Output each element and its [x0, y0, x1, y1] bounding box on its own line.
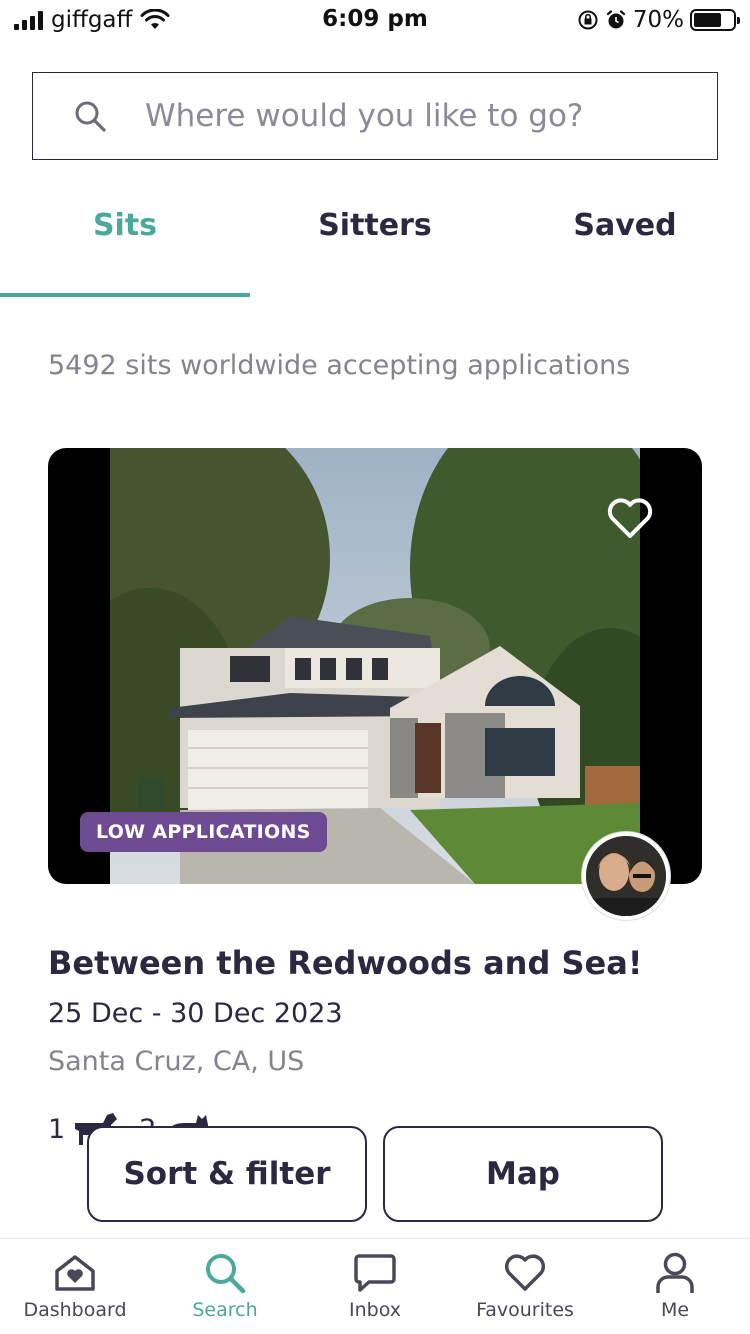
nav-inbox[interactable]: Inbox	[300, 1239, 450, 1334]
tab-sits[interactable]: Sits	[0, 180, 250, 298]
map-button[interactable]: Map	[383, 1126, 663, 1222]
nav-dashboard[interactable]: Dashboard	[0, 1239, 150, 1334]
battery-icon	[690, 9, 740, 31]
active-tab-indicator	[0, 293, 250, 297]
nav-favourites-label: Favourites	[476, 1299, 574, 1321]
person-icon	[653, 1251, 697, 1295]
search-icon	[73, 99, 107, 133]
owner-avatar[interactable]	[582, 832, 670, 920]
nav-favourites[interactable]: Favourites	[450, 1239, 600, 1334]
tab-sitters[interactable]: Sitters	[250, 180, 500, 298]
search-input[interactable]	[145, 98, 685, 134]
bottom-navigation: Dashboard Search Inbox Favourites Me	[0, 1238, 750, 1334]
search-icon	[203, 1251, 247, 1295]
nav-me-label: Me	[660, 1299, 690, 1321]
alarm-icon	[606, 10, 625, 29]
orientation-lock-icon	[578, 10, 598, 30]
listing-title[interactable]: Between the Redwoods and Sea!	[48, 944, 642, 982]
tab-saved[interactable]: Saved	[500, 180, 750, 298]
listing-photo[interactable]: LOW APPLICATIONS	[48, 448, 702, 884]
nav-search-label: Search	[192, 1299, 258, 1321]
listing-location: Santa Cruz, CA, US	[48, 1046, 305, 1077]
nav-dashboard-label: Dashboard	[23, 1299, 127, 1321]
chat-icon	[353, 1251, 397, 1295]
dog-count: 1	[48, 1113, 66, 1145]
home-heart-icon	[53, 1251, 97, 1295]
nav-me[interactable]: Me	[600, 1239, 750, 1334]
listing-dates: 25 Dec - 30 Dec 2023	[48, 998, 343, 1029]
sort-filter-button[interactable]: Sort & filter	[87, 1126, 367, 1222]
battery-percentage: 70%	[632, 7, 684, 33]
tab-bar: Sits Sitters Saved	[0, 180, 750, 298]
nav-inbox-label: Inbox	[349, 1299, 401, 1321]
heart-icon	[503, 1251, 547, 1295]
status-right: 70%	[577, 6, 740, 34]
results-count: 5492 sits worldwide accepting applicatio…	[48, 350, 631, 381]
nav-search[interactable]: Search	[150, 1239, 300, 1334]
favourite-heart-icon[interactable]	[606, 496, 654, 540]
status-bar: giffgaff 6:09 pm 70%	[0, 0, 750, 40]
search-bar[interactable]	[32, 72, 718, 160]
low-applications-badge: LOW APPLICATIONS	[80, 812, 327, 852]
owner-photo	[586, 836, 666, 916]
